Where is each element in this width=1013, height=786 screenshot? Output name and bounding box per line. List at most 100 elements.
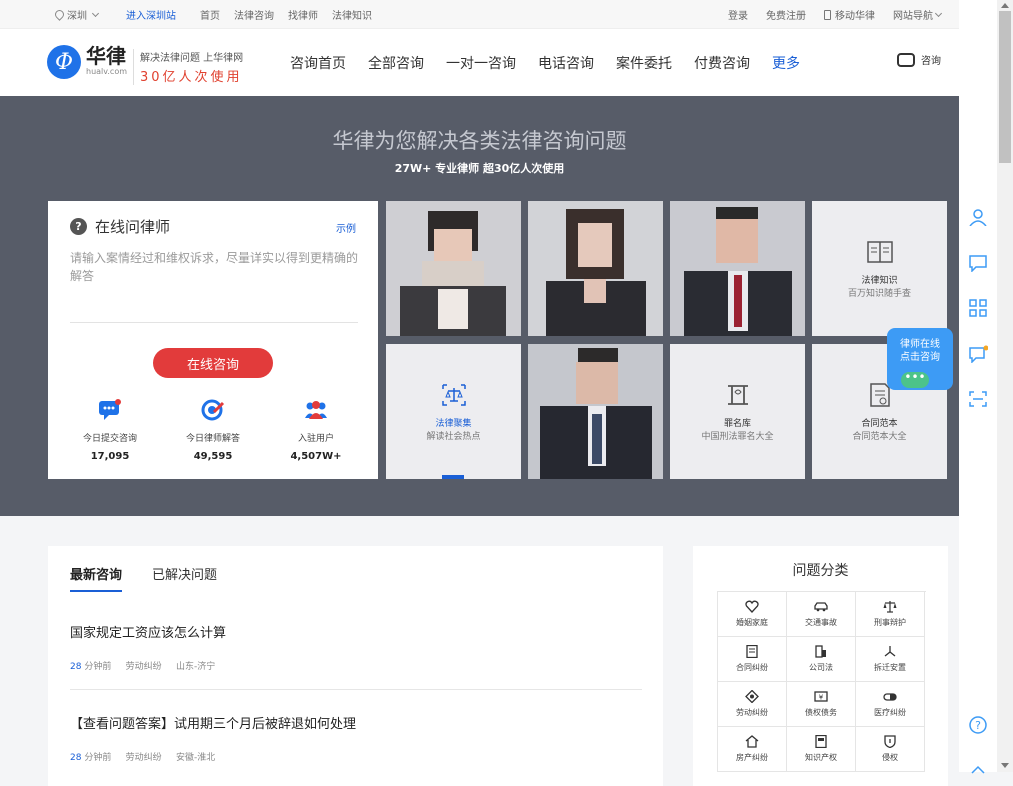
question-category: 劳动纠纷 [125,662,162,672]
tile-desc: 合同范本大全 [852,431,907,442]
help-icon[interactable]: ? [968,716,988,734]
answer-icon [201,399,225,421]
message-icon[interactable] [968,254,988,272]
stat-label: 今日提交咨询 [82,434,137,444]
nav-item-one-on-one[interactable]: 一对一咨询 [446,53,516,73]
chat-notify-icon[interactable] [968,345,988,363]
scroll-down-icon[interactable] [1001,763,1009,768]
category-traffic[interactable]: 交通事故 [787,592,856,637]
category-labor[interactable]: 劳动纠纷 [718,682,787,727]
lawyer-photo[interactable] [386,201,521,336]
tile-legal-hotspot[interactable]: 法律聚集 解读社会热点 [386,344,521,479]
tile-active-indicator [442,475,464,479]
question-title[interactable]: 国家规定工资应该怎么计算 [70,622,642,641]
category-contract[interactable]: 合同纠纷 [718,637,787,682]
nav-item-all-consult[interactable]: 全部咨询 [368,53,424,73]
scan-icon[interactable] [968,390,988,408]
top-link-knowledge[interactable]: 法律知识 [332,7,372,22]
user-icon[interactable] [968,208,988,226]
enter-station-link[interactable]: 进入深圳站 [126,7,176,22]
location-selector[interactable]: 深圳 [53,7,100,22]
category-medical[interactable]: 医疗纠纷 [856,682,925,727]
consult-tabs: 最新咨询 已解决问题 [70,564,217,592]
chevron-down-icon [91,9,100,17]
category-demolition[interactable]: 拆迁安置 [856,637,925,682]
example-link[interactable]: 示例 [336,220,356,235]
hero-title: 华律为您解决各类法律咨询问题 [332,129,627,153]
case-description-input[interactable] [70,249,358,323]
nav-item-consult-home[interactable]: 咨询首页 [290,53,346,73]
apps-grid-icon[interactable] [968,299,988,317]
site-nav-dropdown[interactable]: 网站导航 [893,7,943,22]
tile-legal-knowledge[interactable]: 法律知识 百万知识随手查 [812,201,947,336]
back-to-top-icon[interactable] [968,763,988,781]
tile-desc: 中国刑法罪名大全 [701,431,774,442]
category-tort[interactable]: 侵权 [856,727,925,772]
scale-icon [441,383,466,406]
scroll-up-icon[interactable] [1001,3,1009,8]
tile-crime-library[interactable]: 罪名库 中国刑法罪名大全 [670,344,805,479]
category-criminal[interactable]: 刑事辩护 [856,592,925,637]
time-unit: 分钟前 [84,662,112,672]
list-item[interactable]: 【查看问题答案】试用期三个月后被辞退如何处理 28 分钟前 劳动纠纷 安徽-淮北 [70,713,642,763]
question-icon: ? [70,218,87,235]
car-icon [814,602,828,612]
mobile-link[interactable]: 移动华律 [824,7,875,22]
scrollbar-thumb[interactable] [999,11,1011,163]
stat-today-answered: 今日律师解答 49,595 [163,399,263,462]
login-link[interactable]: 登录 [728,7,748,22]
category-ip[interactable]: 知识产权 [787,727,856,772]
nav-item-case-entrust[interactable]: 案件委托 [616,53,672,73]
slogan: 解决法律问题 上华律网 30亿人次使用 [133,49,243,85]
category-label: 婚姻家庭 [736,618,768,627]
category-label: 房产纠纷 [736,753,768,762]
ask-lawyer-panel: ? 在线问律师 示例 在线咨询 今日提交咨询 17,095 今日律师解答 49,… [48,201,378,479]
main-header: Φ 华律 hualv.com 解决法律问题 上华律网 30亿人次使用 咨询首页 … [0,29,959,96]
nav-item-phone-consult[interactable]: 电话咨询 [538,53,594,73]
slogan-line2: 30亿人次使用 [140,70,243,85]
page-scrollbar[interactable] [997,0,1013,772]
list-item[interactable]: 国家规定工资应该怎么计算 28 分钟前 劳动纠纷 山东-济宁 [70,622,642,672]
lawyer-photo[interactable] [528,201,663,336]
header-consult-button[interactable]: 咨询 [897,52,941,67]
top-link-home[interactable]: 首页 [200,7,220,22]
top-link-consult[interactable]: 法律咨询 [234,7,274,22]
nav-item-paid-consult[interactable]: 付费咨询 [694,53,750,73]
top-link-find-lawyer[interactable]: 找律师 [288,7,318,22]
category-company-law[interactable]: 公司法 [787,637,856,682]
main-nav: 咨询首页 全部咨询 一对一咨询 电话咨询 案件委托 付费咨询 更多 [290,53,800,73]
question-meta: 28 分钟前 劳动纠纷 安徽-淮北 [70,750,642,763]
stat-users: 入驻用户 4,507W+ [266,399,366,462]
money-icon: ¥ [814,691,828,702]
nav-item-more[interactable]: 更多 [772,53,800,73]
register-link[interactable]: 免费注册 [766,7,806,22]
time-number: 28 [70,753,82,763]
category-title: 问题分类 [792,563,849,579]
category-label: 知识产权 [805,753,837,762]
category-label: 劳动纠纷 [736,708,768,717]
category-marriage[interactable]: 婚姻家庭 [718,592,787,637]
tab-latest[interactable]: 最新咨询 [70,564,123,592]
house-icon [745,735,759,748]
top-bar: 深圳 进入深圳站 首页 法律咨询 找律师 法律知识 登录 免费注册 移动华律 网… [0,0,997,29]
stat-label: 今日律师解答 [185,434,240,444]
brand-domain: hualv.com [86,67,128,76]
lawyer-online-bubble[interactable]: 律师在线 点击咨询 ••• [887,328,953,390]
online-consult-button[interactable]: 在线咨询 [153,348,273,378]
question-category: 劳动纠纷 [125,753,162,763]
lawyer-photo[interactable] [670,201,805,336]
lawyer-photo[interactable] [528,344,663,479]
tab-solved[interactable]: 已解决问题 [152,564,217,592]
category-label: 拆迁安置 [874,663,906,672]
logo-icon[interactable]: Φ [47,45,81,79]
category-label: 刑事辩护 [874,618,906,627]
right-toolbar: ? [959,0,997,774]
heart-icon [745,600,759,613]
category-label: 交通事故 [805,618,837,627]
question-title[interactable]: 【查看问题答案】试用期三个月后被辞退如何处理 [70,713,642,732]
brand[interactable]: 华律 hualv.com [86,45,127,76]
hero-subtitle: 27W+ 专业律师 超30亿人次使用 [394,162,565,175]
category-debt[interactable]: ¥ 债权债务 [787,682,856,727]
category-property[interactable]: 房产纠纷 [718,727,787,772]
category-label: 公司法 [809,663,833,672]
